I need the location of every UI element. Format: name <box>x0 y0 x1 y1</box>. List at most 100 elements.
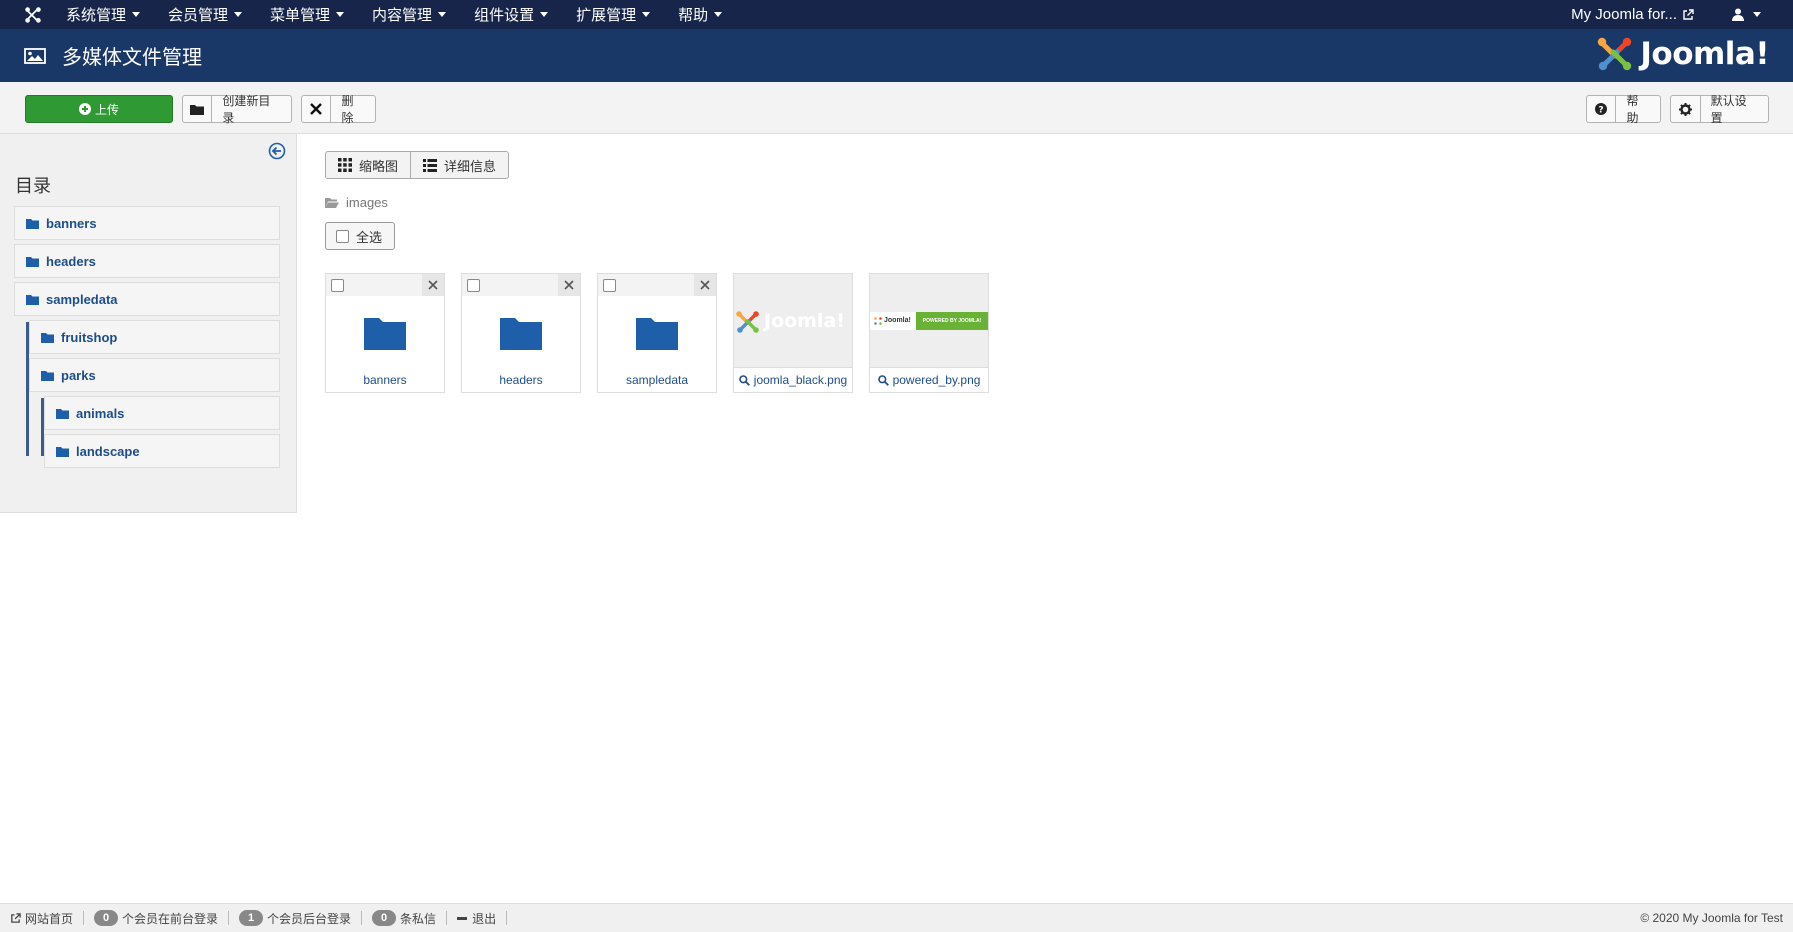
create-folder-button[interactable]: 创建新目录 <box>182 94 292 125</box>
sidebar-item-label: banners <box>46 215 97 231</box>
image-card-powered-by[interactable]: Joomla! POWERED BY JOOMLA! powered_by.pn… <box>869 273 989 393</box>
card-header <box>598 274 716 296</box>
folder-name[interactable]: sampledata <box>598 368 716 392</box>
delete-label: 删除 <box>341 94 354 125</box>
menu-users[interactable]: 会员管理 <box>168 0 250 29</box>
nav-right: My Joomla for... <box>1571 0 1793 29</box>
caret-down-icon <box>132 12 141 17</box>
select-all-label: 全选 <box>356 229 383 245</box>
messages-link[interactable]: 0 条私信 <box>362 910 448 926</box>
image-name[interactable]: joomla_black.png <box>734 368 852 392</box>
powered-badge: POWERED BY JOOMLA! <box>916 311 988 330</box>
image-name[interactable]: powered_by.png <box>870 368 988 392</box>
sidebar-item-label: animals <box>76 405 125 421</box>
delete-icon[interactable] <box>422 274 444 296</box>
card-thumbnail <box>462 296 580 370</box>
menu-components[interactable]: 组件设置 <box>474 0 556 29</box>
upload-label: 上传 <box>94 102 119 117</box>
svg-text:?: ? <box>1599 106 1604 116</box>
image-thumbnail: Joomla! POWERED BY JOOMLA! <box>870 274 988 368</box>
thumbnail-view-button[interactable]: 缩略图 <box>325 151 412 179</box>
sidebar-item-sampledata[interactable]: sampledata <box>14 282 280 316</box>
sidebar-item-label: sampledata <box>46 291 118 307</box>
folder-open-icon <box>56 408 69 419</box>
menu-extensions[interactable]: 扩展管理 <box>576 0 658 29</box>
item-checkbox[interactable] <box>603 279 616 292</box>
site-link[interactable]: My Joomla for... <box>1571 6 1694 23</box>
breadcrumb-path[interactable]: images <box>346 195 388 210</box>
collapse-sidebar-icon[interactable] <box>268 142 286 163</box>
sidebar-item-banners[interactable]: banners <box>14 206 280 240</box>
folder-name[interactable]: headers <box>462 368 580 392</box>
menu-system[interactable]: 系统管理 <box>66 0 148 29</box>
user-icon <box>1732 8 1744 21</box>
close-icon <box>302 96 332 122</box>
help-label: 帮助 <box>1626 94 1639 125</box>
joomla-logo: Joomla! <box>1596 35 1769 73</box>
menu-menus[interactable]: 菜单管理 <box>270 0 352 29</box>
sidebar-item-headers[interactable]: headers <box>14 244 280 278</box>
menu-content[interactable]: 内容管理 <box>372 0 454 29</box>
status-footer: 网站首页 0 个会员在前台登录 1 个会员后台登录 0 条私信 退出 © 202… <box>0 903 1793 932</box>
item-checkbox[interactable] <box>331 279 344 292</box>
select-all-checkbox[interactable] <box>336 229 349 243</box>
image-thumbnail: Joomla! <box>734 274 852 368</box>
help-button[interactable]: ? 帮助 <box>1586 94 1661 125</box>
view-site-link[interactable]: 网站首页 <box>0 911 85 926</box>
joomla-logo-thumbnail: Joomla! <box>736 310 845 333</box>
minus-icon <box>457 916 468 920</box>
frontend-users-label: 个会员在前台登录 <box>122 911 219 926</box>
svg-text:Joomla!: Joomla! <box>762 310 845 332</box>
folder-card-headers[interactable]: headers <box>461 273 581 393</box>
menu-label: 组件设置 <box>474 7 535 24</box>
caret-down-icon <box>336 12 345 17</box>
sidebar-item-fruitshop[interactable]: fruitshop <box>29 320 280 354</box>
create-folder-label: 创建新目录 <box>222 94 271 125</box>
folder-icon <box>364 318 406 350</box>
delete-icon[interactable] <box>558 274 580 296</box>
main-menu: 系统管理 会员管理 菜单管理 内容管理 组件设置 扩展管理 帮助 <box>66 0 750 29</box>
user-menu[interactable] <box>1732 8 1761 21</box>
breadcrumb: images <box>325 195 388 210</box>
details-view-button[interactable]: 详细信息 <box>411 151 510 179</box>
delete-button[interactable]: 删除 <box>301 94 376 125</box>
caret-down-icon <box>642 12 651 17</box>
view-site-label: 网站首页 <box>25 911 74 926</box>
thumbnail-view-label: 缩略图 <box>359 158 399 174</box>
card-header <box>462 274 580 296</box>
question-circle-icon: ? <box>1587 96 1617 122</box>
sidebar-item-animals[interactable]: animals <box>44 396 280 430</box>
image-icon <box>24 47 46 64</box>
sidebar-item-label: headers <box>46 253 96 269</box>
image-name-label: powered_by.png <box>892 373 981 387</box>
folder-open-icon <box>41 370 54 381</box>
page-header: 多媒体文件管理 Joomla! <box>0 29 1793 82</box>
image-card-joomla-black[interactable]: Joomla! joomla_black.png <box>733 273 853 393</box>
caret-down-icon <box>1753 12 1761 17</box>
item-checkbox[interactable] <box>467 279 480 292</box>
caret-down-icon <box>234 12 243 17</box>
folder-card-sampledata[interactable]: sampledata <box>597 273 717 393</box>
folder-icon <box>636 318 678 350</box>
menu-help[interactable]: 帮助 <box>678 0 730 29</box>
site-link-label: My Joomla for... <box>1571 6 1677 23</box>
joomla-menu-icon[interactable] <box>0 0 66 29</box>
folder-name[interactable]: banners <box>326 368 444 392</box>
options-button[interactable]: 默认设置 <box>1670 94 1769 125</box>
folder-icon <box>183 96 213 122</box>
folder-open-icon <box>41 332 54 343</box>
joomla-logo-icon <box>1598 37 1632 71</box>
menu-label: 帮助 <box>678 7 709 24</box>
external-link-icon <box>1683 8 1694 20</box>
sidebar-item-parks[interactable]: parks <box>29 358 280 392</box>
select-all-button[interactable]: 全选 <box>325 222 395 250</box>
upload-button[interactable]: 上传 <box>25 95 173 123</box>
grid-icon <box>338 158 352 172</box>
sidebar-item-landscape[interactable]: landscape <box>44 434 280 468</box>
frontend-users-status: 0 个会员在前台登录 <box>84 910 230 926</box>
folder-card-banners[interactable]: banners <box>325 273 445 393</box>
delete-icon[interactable] <box>694 274 716 296</box>
image-name-label: joomla_black.png <box>753 373 848 387</box>
logout-link[interactable]: 退出 <box>447 911 508 926</box>
frontend-count-badge: 0 <box>94 910 119 926</box>
